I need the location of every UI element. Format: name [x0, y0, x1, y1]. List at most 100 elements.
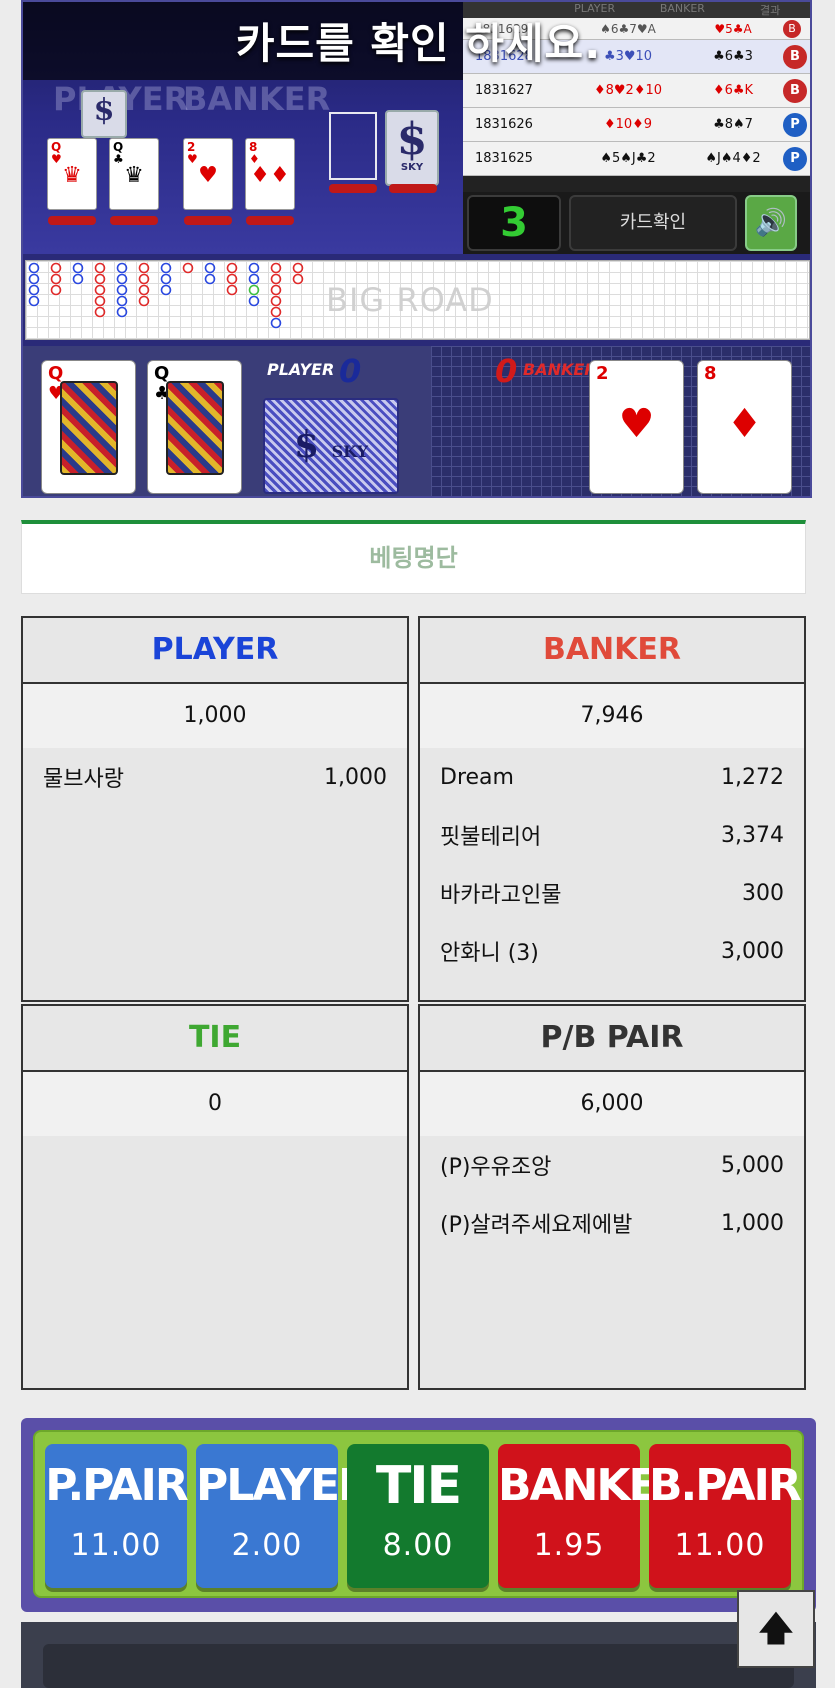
player-bet-button[interactable]: PLAYER 2.00 [196, 1444, 372, 1588]
tie-bet-button[interactable]: TIE 8.00 [347, 1444, 489, 1588]
player-card-2: Q ♣ [147, 360, 242, 494]
banker-card-1: 2 ♥ [589, 360, 684, 494]
player-panel-title: PLAYER [23, 618, 407, 684]
tie-panel-title: TIE [23, 1006, 407, 1072]
table-card: 2 ♥ ♥ [183, 138, 233, 210]
bet-list-tab[interactable]: 베팅명단 [21, 520, 806, 594]
banker-bet-button[interactable]: BANKER 1.95 [498, 1444, 690, 1588]
road-mark [94, 262, 106, 274]
bet-row: 바카라고인물 300 [440, 880, 784, 909]
road-mark [28, 273, 40, 285]
scroll-top-button[interactable]: 🡅 [737, 1590, 815, 1668]
road-mark [182, 262, 194, 274]
player-bet-panel: PLAYER 1,000 물브사랑 1,000 [21, 616, 409, 1002]
banker-panel-title: BANKER [420, 618, 804, 684]
road-mark [72, 262, 84, 274]
speaker-icon[interactable]: 🔊 [745, 195, 797, 251]
banker-bet-panel: BANKER 7,946 Dream 1,272 핏불테리어 3,374 바카라고인… [418, 616, 806, 1002]
history-row: 1831627 ♦8♥2♦10 ♦6♣K B [463, 74, 810, 108]
road-mark [160, 284, 172, 296]
road-mark [204, 273, 216, 285]
road-mark [248, 284, 260, 296]
road-mark [116, 295, 128, 307]
betting-bar: P.PAIR 11.00 PLAYER 2.00 TIE 8.00 BANKER 1.9… [21, 1418, 816, 1612]
road-mark [94, 295, 106, 307]
road-mark [50, 262, 62, 274]
road-mark [226, 284, 238, 296]
pair-total: 6,000 [420, 1072, 804, 1136]
dealer-message: 카드를 확인 하세요. [235, 19, 602, 68]
player-card-1: Q ♥ [41, 360, 136, 494]
game-controls: 3 카드확인 🔊 [463, 192, 810, 254]
road-mark [138, 262, 150, 274]
road-mark [270, 273, 282, 285]
shoe-sky-logo: $ SKY [385, 110, 439, 186]
game-screen: PLAYER BANKER $ $SKY Q♥♛ Q♣♛ 2♥♥ 8♦♦♦ 카드… [21, 0, 812, 498]
b-pair-bet-button[interactable]: B.PAIR 11.00 [649, 1444, 802, 1588]
banker-card-2: 8 ♦ [697, 360, 792, 494]
betting-buttons: P.PAIR 11.00 PLAYER 2.00 TIE 8.00 BANKER 1.9… [33, 1430, 804, 1598]
pair-bet-panel: P/B PAIR 6,000 (P)우유조앙 5,000 (P)살려주세요제에발 1… [418, 1004, 806, 1390]
card-base [110, 216, 158, 225]
bet-row: 핏불테리어 3,374 [440, 822, 784, 851]
bottom-panel [21, 1622, 816, 1688]
road-mark [292, 273, 304, 285]
road-mark [292, 262, 304, 274]
road-mark [270, 317, 282, 329]
road-mark [28, 262, 40, 274]
history-row: 1831625 ♠5♠J♣2 ♠J♠4♦2 P [463, 142, 810, 176]
bet-row: (P)살려주세요제에발 1,000 [440, 1210, 784, 1239]
road-mark [116, 284, 128, 296]
card-base [389, 184, 437, 193]
table-card: 8 ♦ ♦♦ [245, 138, 295, 210]
road-mark [226, 262, 238, 274]
road-mark [72, 273, 84, 285]
road-mark [116, 262, 128, 274]
road-mark [138, 295, 150, 307]
road-mark [160, 273, 172, 285]
history-row: 1831626 ♦10♦9 ♣8♠7 P [463, 108, 810, 142]
empty-card-slot [329, 112, 377, 180]
road-mark [28, 295, 40, 307]
card-base [48, 216, 96, 225]
p-pair-bet-button[interactable]: P.PAIR 11.00 [45, 1444, 189, 1588]
road-mark [94, 306, 106, 318]
queen-face-icon [166, 381, 224, 475]
bet-row: 안화니 (3) 3,000 [440, 938, 784, 967]
player-total: 1,000 [23, 684, 407, 748]
road-mark [204, 262, 216, 274]
banker-score-label: BANKER [523, 360, 597, 379]
road-mark [50, 284, 62, 296]
road-mark [138, 273, 150, 285]
road-mark [116, 273, 128, 285]
card-base [246, 216, 294, 225]
arrow-up-icon: 🡅 [758, 1609, 794, 1649]
player-score: 0 [339, 352, 362, 390]
bet-row: (P)우유조앙 5,000 [440, 1152, 784, 1181]
road-mark [270, 262, 282, 274]
card-base [184, 216, 232, 225]
countdown-timer: 3 [467, 195, 561, 251]
bet-row: Dream 1,272 [440, 764, 784, 790]
road-mark [28, 284, 40, 296]
table-card: Q ♥ ♛ [47, 138, 97, 210]
road-mark [248, 295, 260, 307]
table-sky-logo: $ [81, 90, 127, 138]
road-mark [138, 284, 150, 296]
tie-total: 0 [23, 1072, 407, 1136]
road-mark [94, 284, 106, 296]
road-mark [248, 273, 260, 285]
table-card: Q ♣ ♛ [109, 138, 159, 210]
banker-score: 0 [495, 352, 518, 390]
bet-row: 물브사랑 1,000 [43, 764, 387, 793]
player-score-label: PLAYER [267, 360, 335, 379]
road-mark [50, 273, 62, 285]
card-base [329, 184, 377, 193]
table-banker-label: BANKER [183, 80, 331, 118]
card-check-button[interactable]: 카드확인 [569, 195, 737, 251]
tie-bet-panel: TIE 0 [21, 1004, 409, 1390]
road-mark [160, 262, 172, 274]
road-mark [94, 273, 106, 285]
card-back: $ SKY [263, 398, 399, 494]
queen-face-icon [60, 381, 118, 475]
